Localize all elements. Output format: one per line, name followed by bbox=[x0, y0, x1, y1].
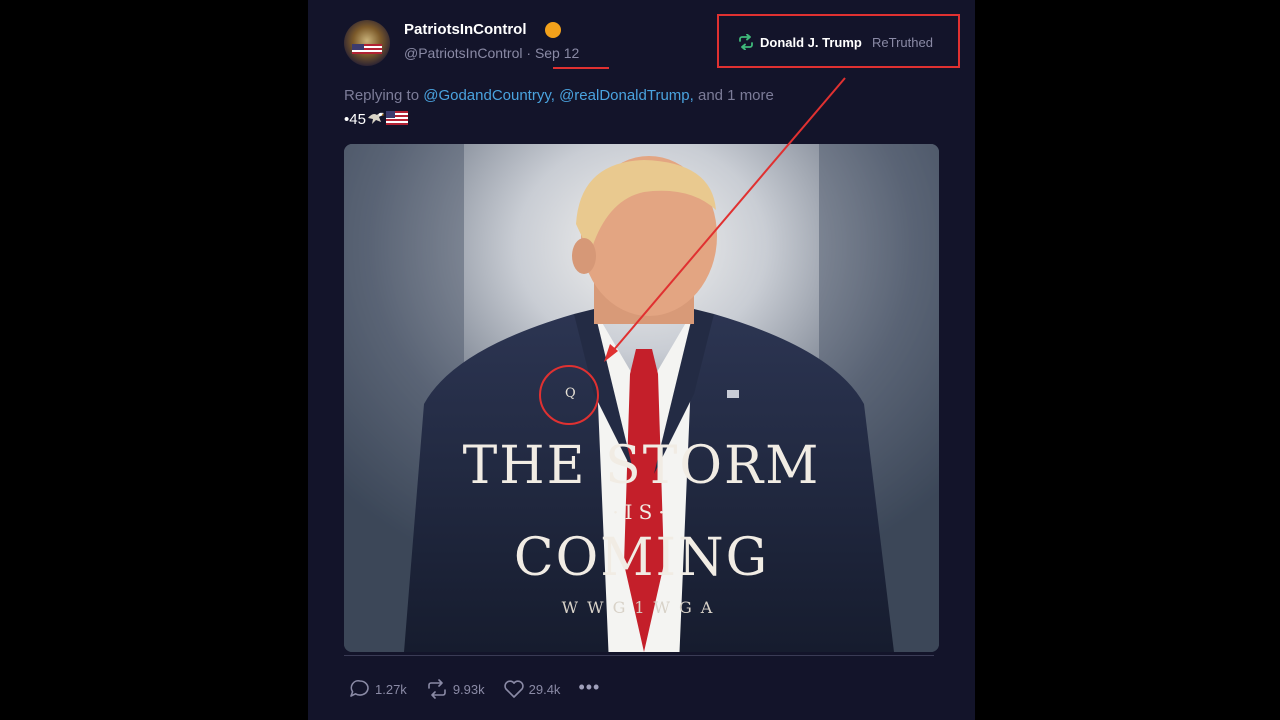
poster-slogan: WWG1WGA bbox=[561, 598, 722, 617]
reply-prefix: Replying to bbox=[344, 87, 420, 104]
retruth-count: 9.93k bbox=[452, 681, 485, 697]
us-flag-icon bbox=[385, 111, 408, 125]
mention-link-1[interactable]: @GodandCountryy, bbox=[423, 87, 555, 104]
handle-line: @PatriotsInControl · Sep 12 bbox=[404, 45, 579, 61]
separator: · bbox=[526, 45, 532, 61]
handle[interactable]: @PatriotsInControl bbox=[404, 45, 522, 61]
avatar[interactable] bbox=[344, 20, 390, 66]
retruth-icon bbox=[739, 34, 753, 50]
post-text: •45 bbox=[344, 110, 408, 128]
action-bar: 1.27k 9.93k 29.4k ••• bbox=[349, 678, 618, 700]
mention-link-2[interactable]: @realDonaldTrump, bbox=[559, 87, 694, 104]
like-button[interactable]: 29.4k bbox=[503, 679, 561, 699]
reply-context: Replying to @GodandCountryy, @realDonald… bbox=[344, 87, 774, 104]
like-count: 29.4k bbox=[528, 681, 561, 697]
poster-title-line-3: COMING bbox=[513, 528, 770, 588]
display-name[interactable]: PatriotsInControl bbox=[404, 21, 527, 38]
media-divider bbox=[344, 655, 934, 656]
reply-button[interactable]: 1.27k bbox=[349, 679, 407, 699]
retruth-icon bbox=[428, 679, 446, 699]
post-text-content: •45 bbox=[344, 111, 366, 128]
date-annotation-underline bbox=[553, 67, 609, 69]
verified-badge-icon bbox=[545, 22, 561, 38]
post-date[interactable]: Sep 12 bbox=[535, 45, 579, 61]
more-icon[interactable]: ••• bbox=[578, 678, 600, 696]
poster-title-line-2: ·IS· bbox=[612, 500, 671, 524]
retruth-label: ReTruthed bbox=[872, 35, 933, 50]
eagle-icon bbox=[367, 112, 385, 124]
retruth-button[interactable]: 9.93k bbox=[425, 679, 485, 699]
retruth-user-name[interactable]: Donald J. Trump bbox=[760, 35, 862, 50]
reply-suffix[interactable]: and 1 more bbox=[698, 87, 774, 104]
poster-title-line-1: THE STORM bbox=[462, 436, 821, 496]
avatar-flag-canton bbox=[352, 44, 364, 50]
reply-icon bbox=[350, 680, 369, 697]
post-image[interactable]: Q THE STORM ·IS· COMING WWG1WGA bbox=[344, 144, 939, 652]
q-annotation-circle bbox=[539, 365, 599, 425]
like-icon bbox=[503, 680, 524, 698]
reply-count: 1.27k bbox=[375, 681, 407, 697]
